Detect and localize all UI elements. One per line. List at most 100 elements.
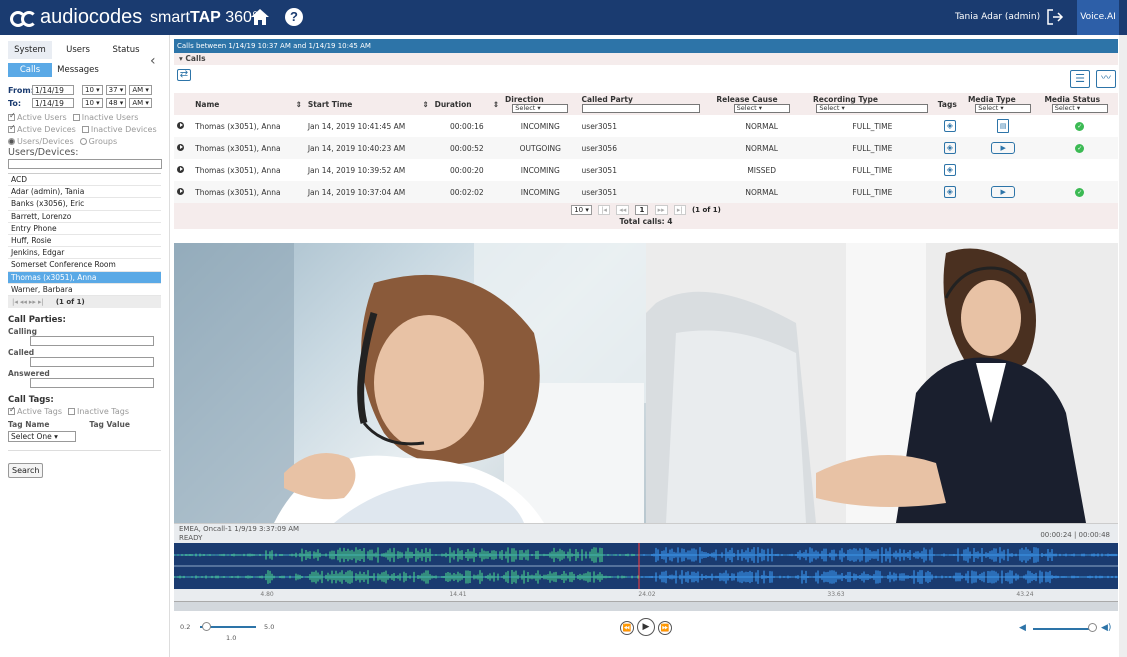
play-icon[interactable]: ▶: [991, 186, 1016, 198]
tag-name-select[interactable]: Select One ▾: [8, 430, 76, 442]
list-item[interactable]: Huff, Rosie: [8, 235, 161, 248]
refresh-icon[interactable]: ⇄: [177, 69, 191, 81]
to-ampm-select[interactable]: AM ▾: [129, 98, 152, 108]
from-ampm-select[interactable]: AM ▾: [129, 85, 152, 95]
search-button[interactable]: Search: [8, 462, 44, 478]
expand-cell[interactable]: [174, 115, 192, 137]
logout-icon[interactable]: [1046, 9, 1064, 25]
prev-page-icon[interactable]: ◂◂: [20, 298, 27, 306]
header-direction[interactable]: Direction Select ▾: [502, 93, 578, 115]
header-recording-type[interactable]: Recording Type Select ▾: [810, 93, 935, 115]
sort-icon[interactable]: ⇕: [296, 100, 302, 109]
called-party-filter-input[interactable]: [581, 104, 700, 113]
calls-section-toggle[interactable]: ▾ Calls: [174, 53, 1118, 65]
tag-icon[interactable]: ◈: [943, 186, 956, 198]
timeline[interactable]: 4.80 14.41 24.02 33.63 43.24: [174, 589, 1118, 601]
fast-forward-icon[interactable]: ⏩: [658, 621, 672, 635]
first-page-icon[interactable]: |◂: [12, 298, 18, 306]
expand-cell[interactable]: [174, 137, 192, 159]
next-page-icon[interactable]: ▸▸: [29, 298, 36, 306]
sort-icon[interactable]: ⇕: [422, 100, 428, 109]
list-item[interactable]: Barrett, Lorenzo: [8, 211, 161, 223]
to-hour-select[interactable]: 10 ▾: [82, 98, 103, 108]
volume-slider-track[interactable]: [1033, 628, 1095, 630]
inactive-users-option[interactable]: Inactive Users: [72, 113, 138, 122]
waveform-view-icon[interactable]: 〰: [1096, 70, 1116, 88]
current-page[interactable]: 1: [635, 205, 649, 215]
subtab-messages[interactable]: Messages: [56, 63, 100, 77]
list-item[interactable]: Warner, Barbara: [8, 284, 161, 296]
play-icon[interactable]: ▶: [991, 142, 1016, 154]
list-item-selected[interactable]: Thomas (x3051), Anna: [8, 271, 161, 284]
subtab-calls[interactable]: Calls: [8, 63, 52, 77]
table-row[interactable]: Thomas (x3051), Anna Jan 14, 2019 10:41:…: [174, 115, 1118, 137]
expand-cell[interactable]: [174, 181, 192, 203]
home-icon[interactable]: [250, 8, 270, 26]
tab-system[interactable]: System: [8, 41, 52, 59]
list-item[interactable]: Entry Phone: [8, 223, 161, 235]
users-devices-option[interactable]: Users/Devices: [8, 137, 74, 146]
active-users-checkbox[interactable]: [8, 111, 16, 121]
answered-input[interactable]: [30, 377, 154, 388]
to-minute-select[interactable]: 48 ▾: [105, 98, 127, 108]
list-item[interactable]: Jenkins, Edgar: [8, 247, 161, 260]
tag-icon[interactable]: ◈: [943, 164, 956, 176]
active-devices-option[interactable]: Active Devices: [8, 123, 76, 134]
expand-cell[interactable]: [174, 159, 192, 181]
header-start-time[interactable]: Start Time ⇕: [305, 93, 432, 115]
collapse-sidebar-icon[interactable]: ‹: [150, 53, 156, 69]
header-media-type[interactable]: Media Type Select ▾: [965, 93, 1041, 115]
current-user[interactable]: Tania Adar (admin): [955, 12, 1040, 22]
last-page-icon[interactable]: ▸|: [673, 205, 686, 215]
media-type-select[interactable]: Select ▾: [975, 104, 1032, 113]
header-release-cause[interactable]: Release Cause Select ▾: [713, 93, 810, 115]
groups-option[interactable]: Groups: [79, 137, 117, 146]
voiceai-button[interactable]: Voice.AI: [1077, 0, 1119, 35]
video-agent-left[interactable]: [174, 243, 646, 523]
list-item[interactable]: Somerset Conference Room: [8, 259, 161, 272]
active-devices-checkbox[interactable]: [8, 123, 16, 133]
direction-select[interactable]: Select ▾: [512, 104, 569, 113]
volume-low-icon[interactable]: ◀: [1019, 623, 1026, 633]
calling-input[interactable]: [30, 335, 154, 346]
inactive-devices-checkbox[interactable]: [81, 126, 89, 133]
release-cause-select[interactable]: Select ▾: [733, 104, 790, 113]
users-devices-search-input[interactable]: [8, 159, 162, 169]
from-date-input[interactable]: 1/14/19: [32, 85, 74, 95]
sort-icon[interactable]: ⇕: [493, 100, 499, 109]
first-page-icon[interactable]: |◂: [598, 205, 610, 215]
waveform[interactable]: [174, 543, 1118, 589]
timeline-ruler[interactable]: [174, 601, 1118, 611]
list-item[interactable]: Adar (admin), Tania: [8, 186, 161, 199]
page-scrollbar[interactable]: [1119, 35, 1127, 657]
from-hour-select[interactable]: 10 ▾: [82, 85, 103, 95]
volume-high-icon[interactable]: ◀): [1101, 623, 1111, 633]
groups-radio[interactable]: [79, 138, 87, 145]
header-media-status[interactable]: Media Status Select ▾: [1041, 93, 1118, 115]
waveform-svg[interactable]: [174, 543, 1118, 589]
audiocodes-logo[interactable]: audiocodes: [10, 6, 142, 29]
active-tags-option[interactable]: Active Tags: [8, 405, 62, 416]
recording-type-select[interactable]: Select ▾: [816, 104, 929, 113]
table-row[interactable]: Thomas (x3051), Anna Jan 14, 2019 10:40:…: [174, 137, 1118, 159]
to-date-input[interactable]: 1/14/19: [32, 98, 74, 108]
tag-icon[interactable]: ◈: [943, 142, 956, 154]
media-status-select[interactable]: Select ▾: [1051, 104, 1108, 113]
inactive-tags-option[interactable]: Inactive Tags: [68, 407, 129, 416]
header-duration[interactable]: Duration ⇕: [432, 93, 502, 115]
rewind-icon[interactable]: ⏪: [620, 621, 634, 635]
header-name[interactable]: Name ⇕: [192, 93, 305, 115]
inactive-users-checkbox[interactable]: [72, 114, 80, 121]
inactive-devices-option[interactable]: Inactive Devices: [81, 125, 157, 134]
document-icon[interactable]: ▤: [997, 119, 1010, 133]
inactive-tags-checkbox[interactable]: [68, 407, 75, 415]
table-row[interactable]: Thomas (x3051), Anna Jan 14, 2019 10:37:…: [174, 181, 1118, 203]
tag-icon[interactable]: ◈: [943, 120, 956, 132]
page-size-select[interactable]: 10 ▾: [571, 205, 592, 215]
tab-users[interactable]: Users: [56, 41, 100, 59]
active-tags-checkbox[interactable]: [8, 405, 16, 415]
users-devices-radio[interactable]: [8, 138, 15, 145]
expand-row-icon[interactable]: [177, 165, 184, 173]
header-called-party[interactable]: Called Party: [579, 93, 714, 115]
play-icon[interactable]: ▶: [637, 618, 655, 636]
